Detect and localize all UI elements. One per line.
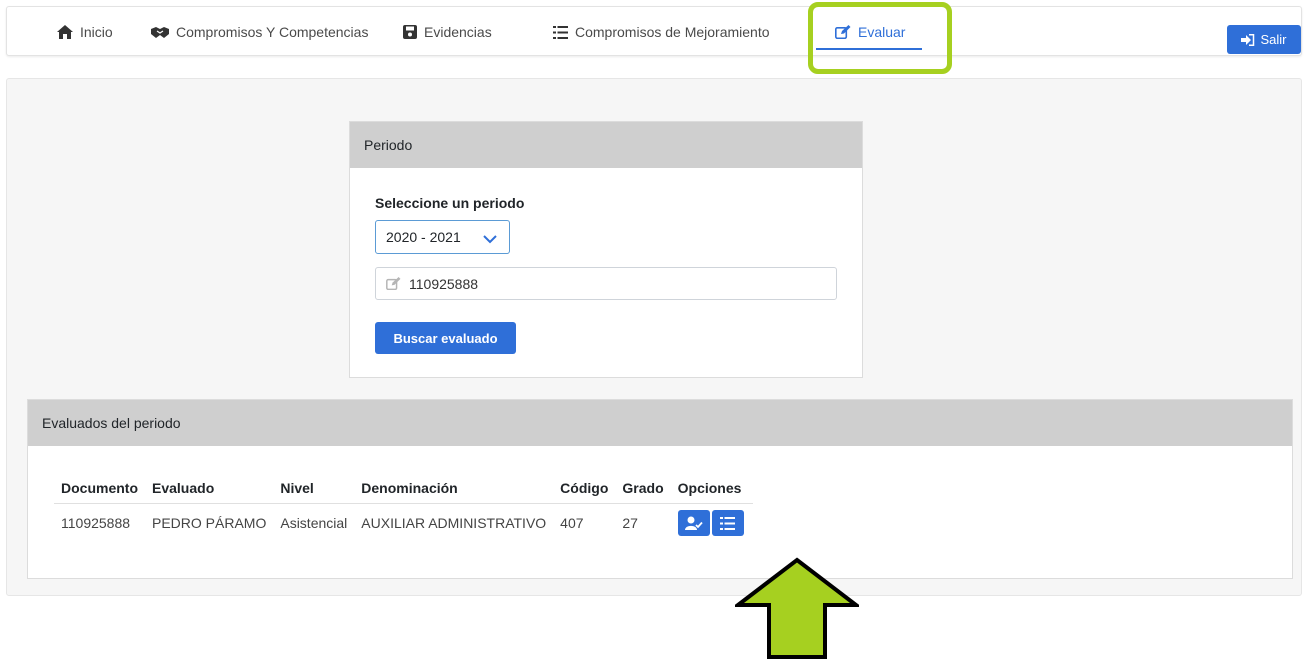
arrow-up-icon [735,557,859,659]
cell-denominacion: AUXILIAR ADMINISTRATIVO [361,515,547,531]
column-header: Documento [54,473,145,504]
cell-documento: 110925888 [61,515,131,531]
column-header: Opciones [670,473,753,504]
nav-item-compromisos-competencias[interactable]: Compromisos Y Competencias [151,7,368,57]
evaluados-table: Documento Evaluado Nivel Denominación Có… [54,473,753,542]
nav-item-inicio[interactable]: Inicio [57,7,113,57]
column-header: Código [553,473,616,504]
home-icon [57,25,73,39]
table-header-row: Documento Evaluado Nivel Denominación Có… [54,473,753,504]
evaluados-card: Evaluados del periodo Documento Evaluado… [27,399,1293,579]
nav-item-evidencias[interactable]: Evidencias [403,7,492,57]
cell-codigo: 407 [560,515,584,531]
cell-opciones [671,504,753,543]
sign-out-icon [1241,33,1255,46]
save-icon [403,25,417,39]
column-header: Denominación [354,473,554,504]
table-row: 110925888 PEDRO PÁRAMO Asistencial AUXIL… [54,504,753,543]
evaluados-card-header: Evaluados del periodo [28,400,1292,446]
nav-item-label: Inicio [80,24,113,40]
column-header: Grado [615,473,671,504]
main-content: Periodo Seleccione un periodo 2020 - 202… [6,78,1302,596]
search-evaluated-button[interactable]: Buscar evaluado [375,322,516,354]
edit-icon [386,277,401,290]
period-select[interactable]: 2020 - 2021 [375,220,510,254]
evaluate-user-button[interactable] [677,510,710,536]
list-details-button[interactable] [711,510,744,536]
column-header: Evaluado [145,473,274,504]
highlight-annotation [808,2,952,74]
nav-item-label: Evidencias [424,24,492,40]
handshake-icon [151,26,169,39]
logout-button[interactable]: Salir [1227,25,1301,54]
list-icon [720,516,736,530]
nav-item-compromisos-mejoramiento[interactable]: Compromisos de Mejoramiento [553,7,770,57]
list-icon [553,25,568,39]
nav-item-label: Compromisos de Mejoramiento [575,24,770,40]
periodo-card: Periodo Seleccione un periodo 2020 - 202… [349,121,863,378]
column-header: Nivel [273,473,355,504]
cell-grado: 27 [622,515,638,531]
document-input[interactable]: 110925888 [375,267,837,300]
logout-label: Salir [1260,32,1287,47]
nav-item-label: Compromisos Y Competencias [176,24,369,40]
select-period-label: Seleccione un periodo [375,195,525,211]
document-input-value: 110925888 [409,275,479,292]
periodo-card-header: Periodo [350,122,862,168]
top-navbar: Inicio Compromisos Y Competencias Eviden… [6,6,1302,56]
chevron-down-icon [483,231,497,247]
cell-evaluado: PEDRO PÁRAMO [152,515,267,531]
user-check-icon [684,516,703,530]
period-select-value: 2020 - 2021 [386,229,461,245]
cell-nivel: Asistencial [280,515,348,531]
